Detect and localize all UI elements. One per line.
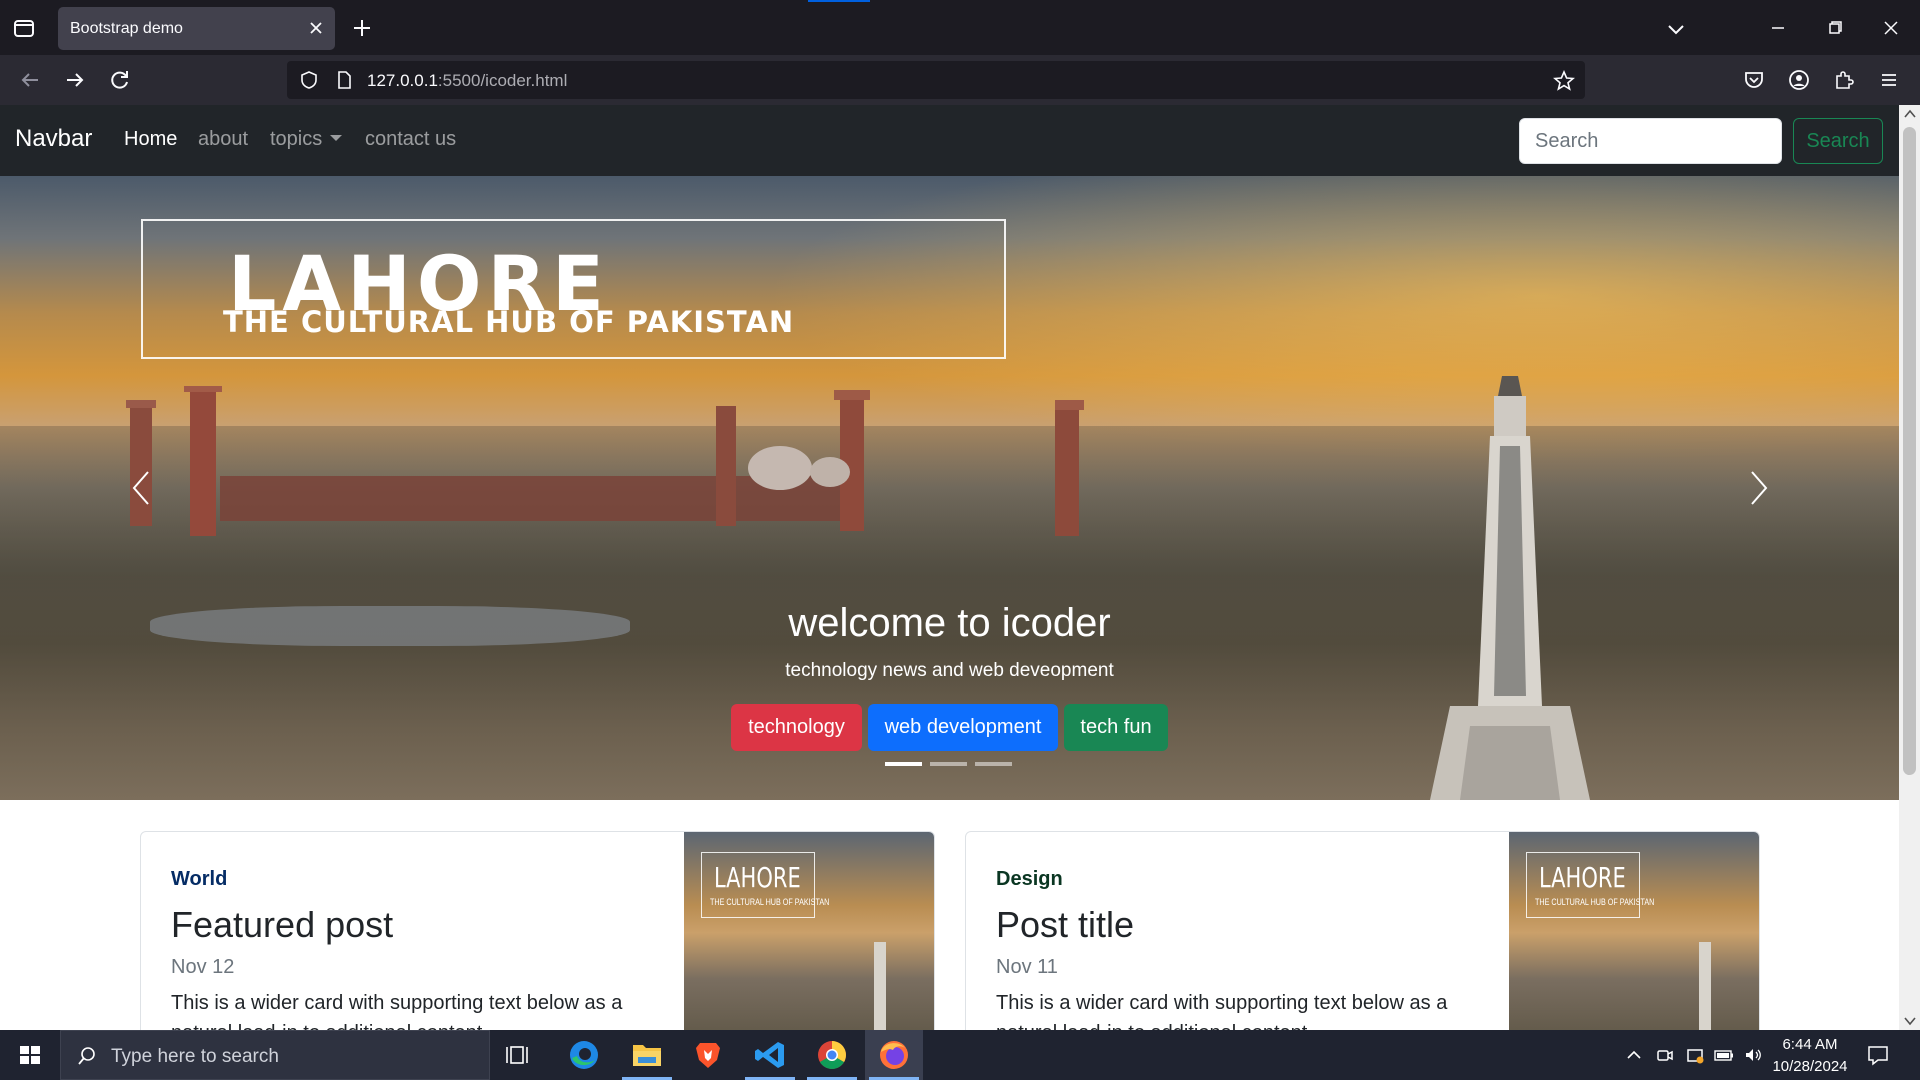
- window-minimize-icon[interactable]: [1764, 14, 1792, 42]
- carousel-indicator[interactable]: [930, 762, 967, 766]
- carousel-next-chevron-icon[interactable]: [1744, 468, 1772, 508]
- search-input[interactable]: [1519, 118, 1782, 164]
- page-info-icon[interactable]: [334, 70, 354, 90]
- card-title: Post title: [996, 904, 1135, 945]
- carousel-indicator[interactable]: [885, 762, 922, 766]
- page-viewport: Navbar Home about topics contact us Sear…: [0, 105, 1899, 1030]
- thumb-title: LAHORE: [1539, 861, 1626, 894]
- minar-e-pakistan-illustration: [1430, 376, 1590, 800]
- taskbar-search-box[interactable]: Type here to search: [60, 1030, 490, 1080]
- card-thumbnail-image: LAHORE THE CULTURAL HUB OF PAKISTAN: [684, 832, 934, 1030]
- battery-icon[interactable]: [1714, 1045, 1734, 1065]
- post-card: Design Post title Nov 11 This is a wider…: [965, 831, 1760, 1030]
- browser-toolbar: 127.0.0.1:5500/icoder.html: [0, 55, 1920, 105]
- back-arrow-icon[interactable]: [17, 67, 43, 93]
- scroll-down-arrow-icon[interactable]: [1904, 1016, 1916, 1026]
- card-text: This is a wider card with supporting tex…: [996, 992, 1448, 1030]
- window-restore-icon[interactable]: [1821, 14, 1849, 42]
- thumb-subtitle: THE CULTURAL HUB OF PAKISTAN: [1535, 897, 1655, 907]
- taskbar-search-placeholder: Type here to search: [111, 1046, 279, 1067]
- security-status-icon[interactable]: [1685, 1045, 1705, 1065]
- tab-title: Bootstrap demo: [70, 20, 183, 37]
- forward-arrow-icon[interactable]: [62, 67, 88, 93]
- tech-fun-button[interactable]: tech fun: [1064, 704, 1168, 751]
- notifications-icon[interactable]: [1866, 1044, 1890, 1066]
- account-icon[interactable]: [1787, 68, 1811, 92]
- browser-tab-bar: Bootstrap demo: [0, 0, 1920, 55]
- thumb-subtitle: THE CULTURAL HUB OF PAKISTAN: [710, 897, 830, 907]
- nav-link-home[interactable]: Home: [124, 128, 177, 151]
- tracking-protection-shield-icon[interactable]: [299, 70, 319, 90]
- nav-dropdown-topics-label: topics: [270, 128, 323, 150]
- tab-list-chevron-icon[interactable]: [1664, 17, 1688, 41]
- card-title: Featured post: [171, 904, 394, 945]
- vscode-icon[interactable]: [741, 1030, 799, 1080]
- new-tab-plus-icon[interactable]: [350, 16, 374, 40]
- scroll-up-arrow-icon[interactable]: [1904, 109, 1916, 119]
- card-category: World: [171, 868, 228, 890]
- site-navbar: Navbar Home about topics contact us Sear…: [0, 105, 1899, 176]
- carousel-indicator[interactable]: [975, 762, 1012, 766]
- edge-browser-icon[interactable]: [555, 1030, 613, 1080]
- thumb-tower-shape: [1699, 942, 1711, 1030]
- taskbar-clock[interactable]: 6:44 AM 10/28/2024: [1772, 1034, 1848, 1078]
- show-hidden-icons-chevron-icon[interactable]: [1624, 1045, 1644, 1065]
- reload-icon[interactable]: [107, 67, 133, 93]
- technology-button[interactable]: technology: [731, 704, 862, 751]
- badshahi-mosque-illustration: [126, 386, 870, 536]
- card-category: Design: [996, 868, 1063, 890]
- meet-now-icon[interactable]: [1655, 1045, 1675, 1065]
- close-tab-icon[interactable]: [307, 19, 325, 37]
- task-view-icon[interactable]: [491, 1030, 549, 1080]
- hamburger-menu-icon[interactable]: [1877, 68, 1901, 92]
- carousel-caption-text: technology news and web deveopment: [785, 660, 1114, 681]
- windows-start-icon[interactable]: [0, 1030, 60, 1080]
- pocket-icon[interactable]: [1742, 68, 1766, 92]
- browser-tab[interactable]: Bootstrap demo: [58, 7, 335, 50]
- nav-dropdown-topics[interactable]: topics: [270, 128, 343, 151]
- featured-post-card: World Featured post Nov 12 This is a wid…: [140, 831, 935, 1030]
- file-explorer-icon[interactable]: [618, 1030, 676, 1080]
- card-thumbnail-image: LAHORE THE CULTURAL HUB OF PAKISTAN: [1509, 832, 1759, 1030]
- scrollbar-thumb[interactable]: [1903, 127, 1916, 775]
- card-text: This is a wider card with supporting tex…: [171, 992, 623, 1030]
- banner-frame: LAHORE THE CULTURAL HUB OF PAKISTAN: [141, 219, 1006, 359]
- banner-subtitle: THE CULTURAL HUB OF PAKISTAN: [223, 305, 795, 339]
- hero-carousel: LAHORE THE CULTURAL HUB OF PAKISTAN welc…: [0, 176, 1899, 800]
- web-development-button[interactable]: web development: [868, 704, 1058, 751]
- bookmark-star-icon[interactable]: [1553, 69, 1575, 92]
- thumb-tower-shape: [874, 942, 886, 1030]
- nav-link-about[interactable]: about: [198, 128, 248, 151]
- search-button[interactable]: Search: [1793, 118, 1883, 164]
- carousel-prev-chevron-icon[interactable]: [128, 468, 156, 508]
- brave-browser-icon[interactable]: [679, 1030, 737, 1080]
- url-host: 127.0.0.1: [367, 71, 438, 90]
- carousel-caption-title: welcome to icoder: [788, 601, 1111, 645]
- navbar-brand[interactable]: Navbar: [15, 125, 92, 153]
- thumb-banner-frame: LAHORE THE CULTURAL HUB OF PAKISTAN: [701, 852, 829, 918]
- clock-time: 6:44 AM: [1782, 1036, 1838, 1053]
- clock-date: 10/28/2024: [1772, 1058, 1848, 1075]
- search-icon: [77, 1046, 97, 1066]
- firefox-browser-icon[interactable]: [865, 1030, 923, 1080]
- chrome-browser-icon[interactable]: [803, 1030, 861, 1080]
- caret-down-icon: [330, 135, 343, 141]
- tab-overview-icon[interactable]: [10, 14, 38, 42]
- nav-link-contact[interactable]: contact us: [365, 128, 456, 151]
- page-scrollbar[interactable]: [1899, 105, 1920, 1030]
- card-date: Nov 12: [171, 956, 235, 978]
- thumb-title: LAHORE: [714, 861, 801, 894]
- tab-loading-indicator: [808, 0, 870, 2]
- url-text[interactable]: 127.0.0.1:5500/icoder.html: [367, 71, 567, 91]
- address-bar[interactable]: 127.0.0.1:5500/icoder.html: [287, 61, 1585, 99]
- volume-icon[interactable]: [1743, 1045, 1763, 1065]
- thumb-banner-frame: LAHORE THE CULTURAL HUB OF PAKISTAN: [1526, 852, 1654, 918]
- card-date: Nov 11: [996, 956, 1058, 978]
- url-path: :5500/icoder.html: [437, 71, 568, 90]
- windows-taskbar: Type here to search 6:44 AM 10/28/2024: [0, 1030, 1920, 1080]
- window-close-icon[interactable]: [1877, 14, 1905, 42]
- extensions-puzzle-icon[interactable]: [1832, 68, 1856, 92]
